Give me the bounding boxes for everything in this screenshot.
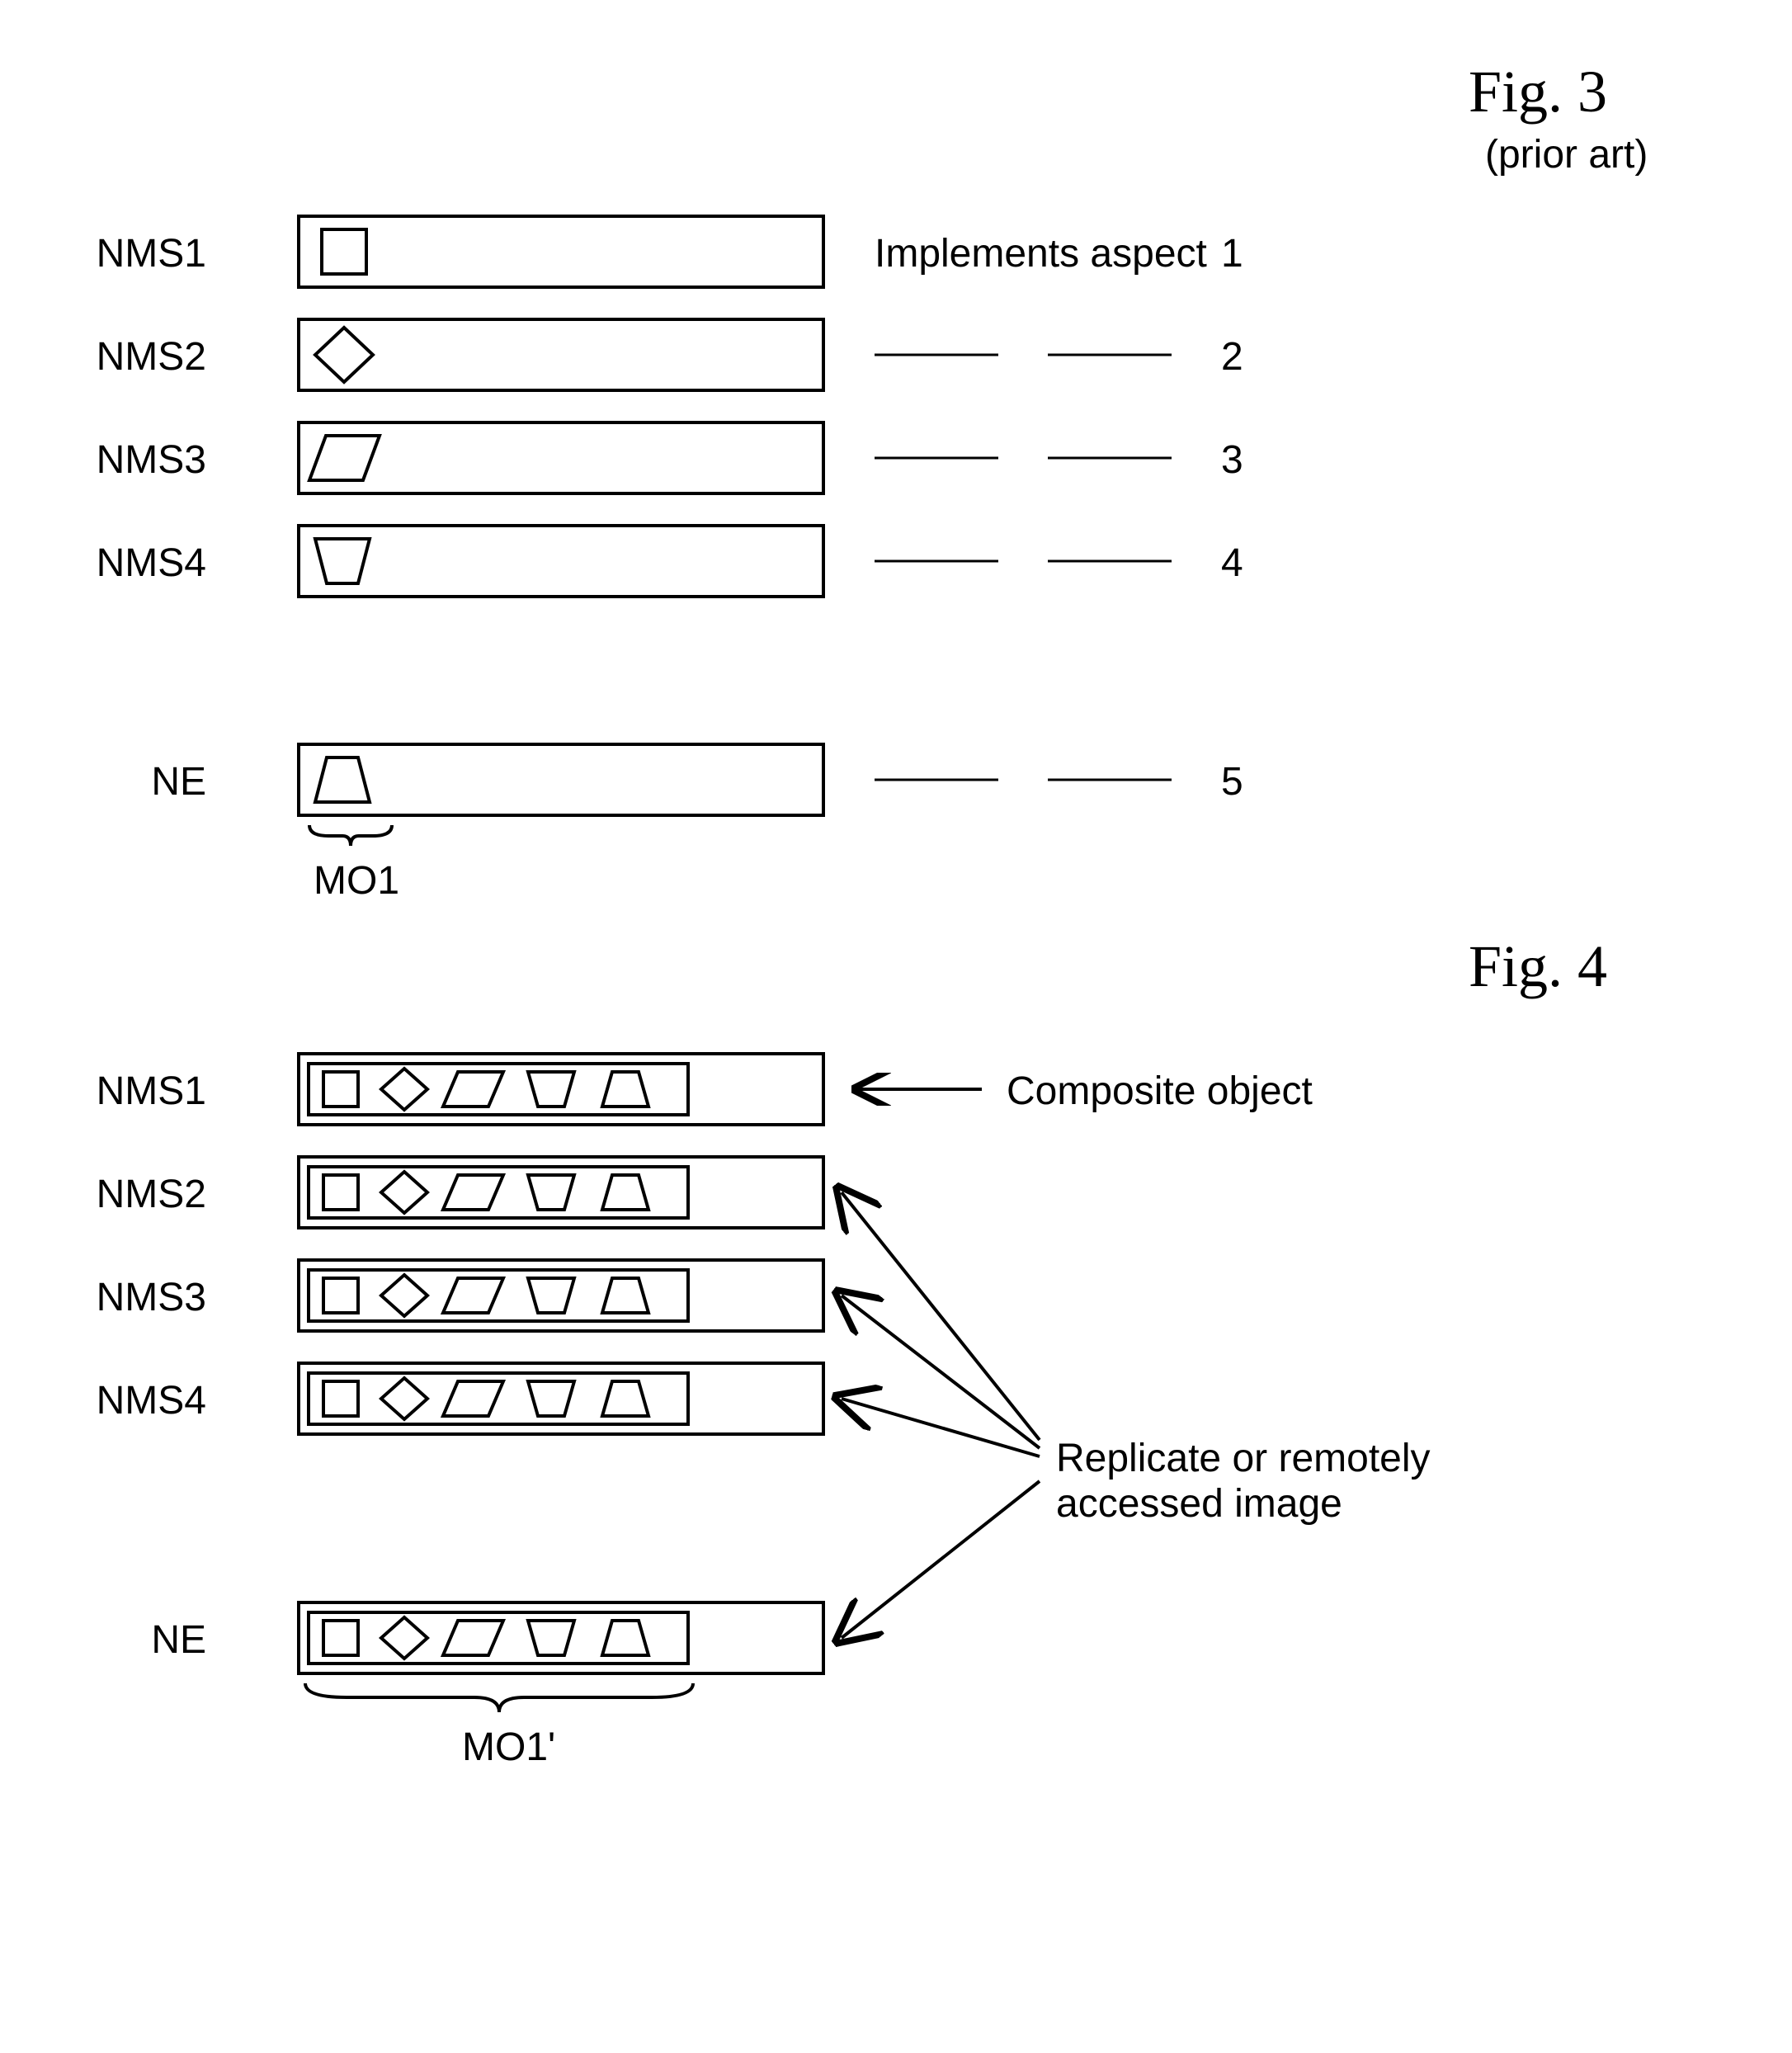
replicate-label-line1: Replicate or remotely	[1056, 1436, 1431, 1481]
fig3-row5-num: 5	[1221, 759, 1243, 805]
fig3-row4-label: NMS4	[83, 540, 206, 586]
fig4-row4-label: NMS4	[83, 1378, 206, 1423]
fig4-row2-label: NMS2	[83, 1172, 206, 1217]
fig3-row1-box	[297, 215, 825, 289]
fig3-row3-box	[297, 421, 825, 495]
fig3-row1-aspect: Implements aspect	[875, 231, 1207, 276]
fig4-row5-label: NE	[83, 1617, 206, 1663]
fig3-row5-label: NE	[83, 759, 206, 805]
fig4-row3-box	[297, 1258, 825, 1333]
svg-text:": "	[1018, 772, 1029, 788]
svg-text:": "	[1018, 347, 1029, 363]
fig3-row5-ditto: "	[875, 772, 1172, 788]
replicate-label-line2: accessed image	[1056, 1481, 1342, 1527]
fig3-row5-box	[297, 743, 825, 817]
fig3-row2-box	[297, 318, 825, 392]
fig3-row3-ditto: "	[875, 450, 1172, 466]
replicate-arrows-icon	[825, 1155, 1155, 1683]
fig4-row1-label: NMS1	[83, 1069, 206, 1114]
fig4-row5-box	[297, 1601, 825, 1675]
fig3-row4-num: 4	[1221, 540, 1243, 586]
fig3-subtitle: (prior art)	[1485, 132, 1648, 177]
composite-arrow-icon	[842, 1073, 990, 1106]
fig3-row4-box	[297, 524, 825, 598]
fig3-row2-ditto: "	[875, 347, 1172, 363]
fig4-row1-box	[297, 1052, 825, 1126]
fig3-row3-label: NMS3	[83, 437, 206, 483]
fig4-row4-box	[297, 1362, 825, 1436]
fig3-title: Fig. 3	[1469, 58, 1607, 126]
composite-object-label: Composite object	[1007, 1069, 1313, 1114]
fig3-row1-label: NMS1	[83, 231, 206, 276]
fig4-mo1p-brace-icon	[297, 1679, 701, 1720]
fig4-row3-label: NMS3	[83, 1275, 206, 1320]
fig3-mo1-label: MO1	[314, 858, 399, 904]
fig3-row2-label: NMS2	[83, 334, 206, 380]
fig4-title: Fig. 4	[1469, 932, 1607, 1001]
fig3-row4-ditto: "	[875, 553, 1172, 569]
fig3-row3-num: 3	[1221, 437, 1243, 483]
fig4-mo1p-label: MO1'	[462, 1725, 555, 1770]
svg-text:": "	[1018, 553, 1029, 569]
fig4-row2-box	[297, 1155, 825, 1229]
svg-text:": "	[1018, 450, 1029, 466]
fig3-row1-num: 1	[1221, 231, 1243, 276]
fig3-row2-num: 2	[1221, 334, 1243, 380]
fig3-mo1-brace-icon	[305, 821, 396, 854]
